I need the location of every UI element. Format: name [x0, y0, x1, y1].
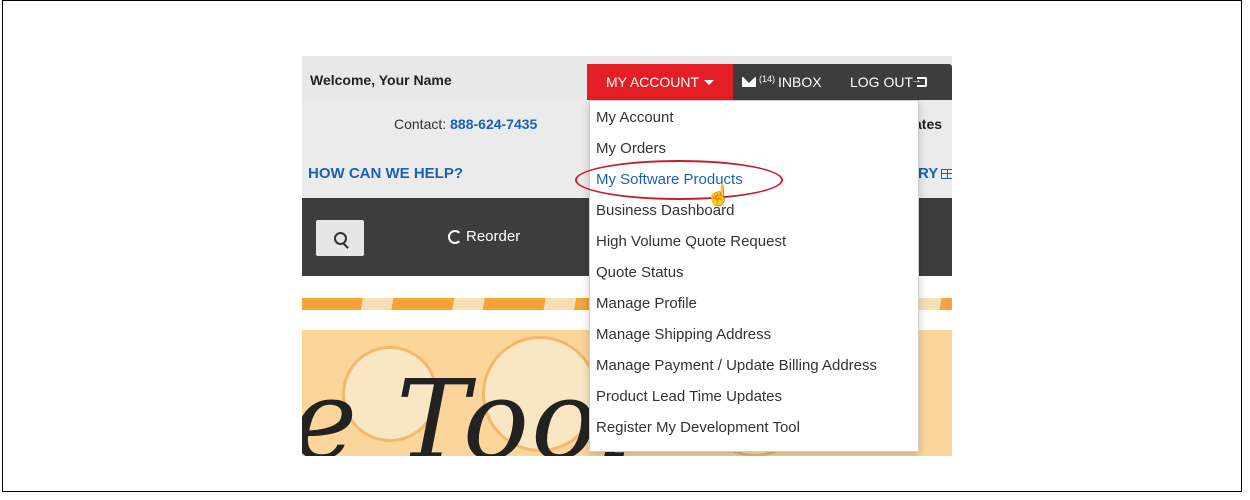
caret-down-icon	[704, 79, 715, 85]
logout-label: LOG OUT	[850, 74, 914, 90]
top-bar: Welcome, Your Name MY ACCOUNT (14) INBOX…	[302, 56, 952, 100]
menu-item-register-development-tool[interactable]: Register My Development Tool	[596, 419, 800, 436]
directory-link[interactable]: RY	[918, 165, 952, 182]
menu-item-manage-profile[interactable]: Manage Profile	[596, 295, 697, 312]
welcome-text: Welcome, Your Name	[310, 72, 452, 88]
menu-item-high-volume-quote-request[interactable]: High Volume Quote Request	[596, 233, 786, 250]
search-button[interactable]	[316, 220, 364, 256]
account-dropdown-menu: My Account My Orders My Software Product…	[589, 100, 919, 452]
menu-item-manage-shipping-address[interactable]: Manage Shipping Address	[596, 326, 771, 343]
menu-item-quote-status[interactable]: Quote Status	[596, 264, 684, 281]
menu-item-my-account[interactable]: My Account	[596, 109, 674, 126]
my-account-button[interactable]: MY ACCOUNT	[587, 64, 733, 100]
logout-icon	[911, 74, 928, 87]
menu-item-product-lead-time-updates[interactable]: Product Lead Time Updates	[596, 388, 782, 405]
hand-cursor-icon: ☝	[706, 185, 731, 207]
refresh-icon	[448, 229, 462, 244]
grid-icon	[941, 168, 952, 179]
contact-label: Contact:	[394, 116, 447, 132]
menu-item-manage-payment[interactable]: Manage Payment / Update Billing Address	[596, 357, 877, 374]
help-link[interactable]: HOW CAN WE HELP?	[308, 165, 463, 182]
my-account-label: MY ACCOUNT	[605, 74, 700, 90]
highlight-ellipse	[575, 160, 783, 200]
envelope-icon	[742, 77, 756, 87]
contact-info: Contact: 888-624-7435	[394, 116, 537, 132]
directory-label-fragment: RY	[918, 165, 939, 182]
menu-item-my-orders[interactable]: My Orders	[596, 140, 666, 157]
inbox-label: INBOX	[778, 74, 822, 90]
contact-phone[interactable]: 888-624-7435	[450, 116, 537, 132]
logout-button[interactable]: LOG OUT	[850, 64, 928, 100]
inbox-count: (14)	[759, 74, 776, 84]
reorder-link[interactable]: Reorder	[448, 228, 520, 245]
reorder-label: Reorder	[466, 228, 521, 245]
screenshot-region: Welcome, Your Name MY ACCOUNT (14) INBOX…	[302, 56, 952, 456]
inbox-button[interactable]: (14) INBOX	[742, 64, 822, 100]
search-icon	[333, 231, 347, 245]
banner-text: e Tool	[302, 356, 637, 456]
